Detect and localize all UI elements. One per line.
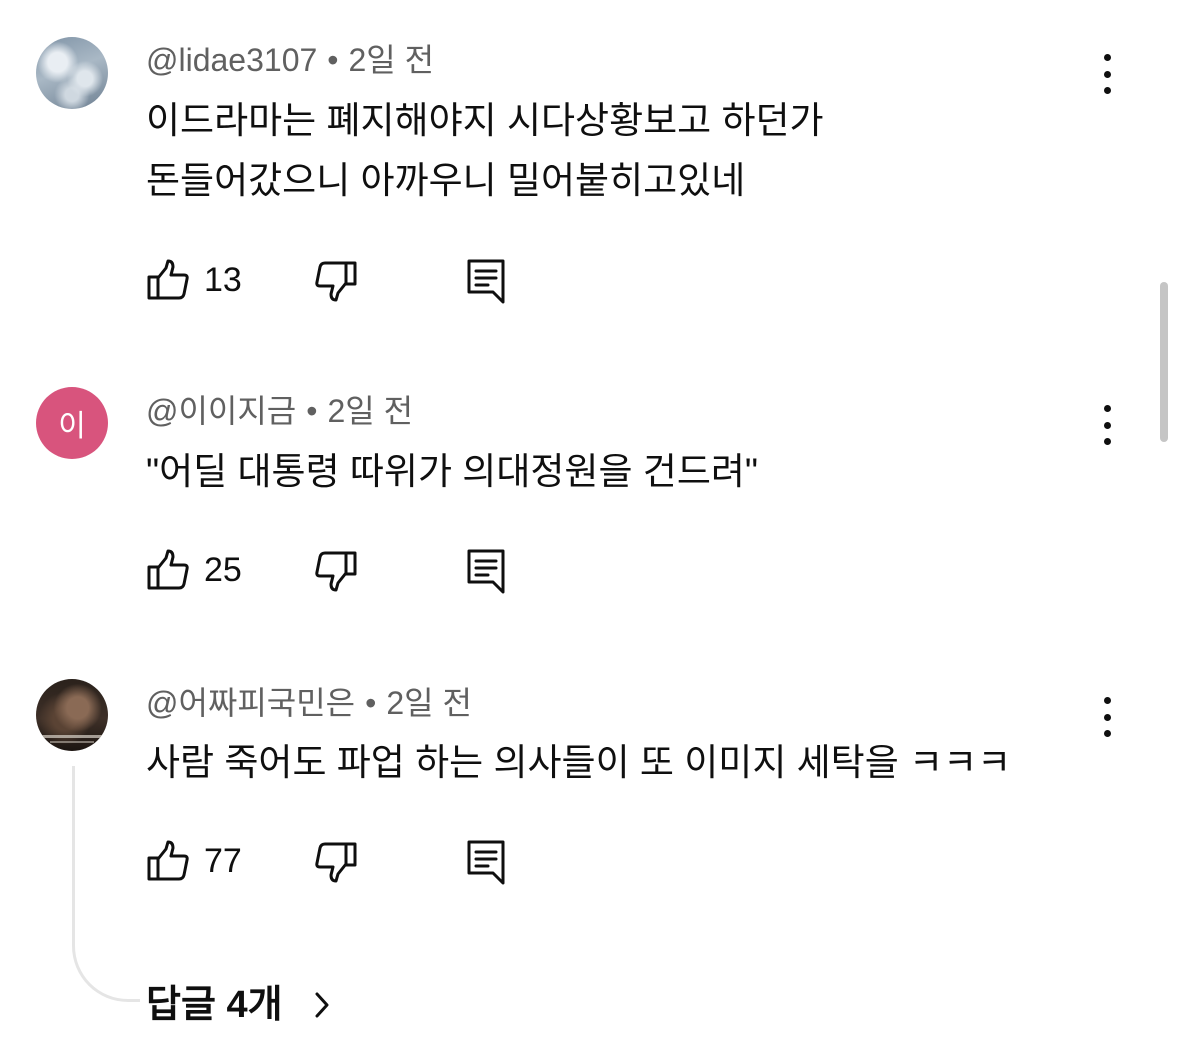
avatar-caption-decoration <box>50 741 94 743</box>
comment-meta: @어짜피국민은 • 2일 전 <box>146 683 472 723</box>
comment-meta: @lidae3107 • 2일 전 <box>146 40 434 80</box>
like-count: 25 <box>204 551 242 589</box>
meta-separator: • <box>306 393 318 429</box>
comment-actions: 13 <box>146 258 546 304</box>
reply-comment-icon[interactable] <box>466 548 506 594</box>
meta-separator: • <box>327 42 339 78</box>
meta-separator: • <box>365 685 377 721</box>
comment-time[interactable]: 2일 전 <box>327 393 413 429</box>
more-vertical-icon[interactable] <box>1090 697 1124 737</box>
comment-meta: @이이지금 • 2일 전 <box>146 391 413 431</box>
more-vertical-icon[interactable] <box>1090 405 1124 445</box>
comment-text: 이드라마는 폐지해야지 시다상황보고 하던가 돈들어갔으니 아까우니 밀어붙히고… <box>146 91 824 211</box>
comment-text: 사람 죽어도 파업 하는 의사들이 또 이미지 세탁을 ㅋㅋㅋ <box>146 733 1011 793</box>
comment-item: @lidae3107 • 2일 전 이드라마는 폐지해야지 시다상황보고 하던가 돈… <box>0 0 1179 340</box>
avatar[interactable] <box>36 37 108 109</box>
comment-text-line: 돈들어갔으니 아까우니 밀어붙히고있네 <box>146 160 746 201</box>
comment-text: "어딜 대통령 따위가 의대정원을 건드려" <box>146 442 758 502</box>
chevron-right-icon[interactable] <box>312 990 332 1020</box>
more-vertical-icon[interactable] <box>1090 54 1124 94</box>
comment-text-line: "어딜 대통령 따위가 의대정원을 건드려" <box>146 451 759 492</box>
avatar[interactable] <box>36 679 108 751</box>
thumbs-down-icon[interactable] <box>314 841 358 885</box>
comment-text-line: 사람 죽어도 파업 하는 의사들이 또 이미지 세탁을 ㅋㅋㅋ <box>146 742 1012 783</box>
avatar-caption-decoration <box>42 735 102 738</box>
avatar[interactable]: 이 <box>36 387 108 459</box>
comment-author[interactable]: @이이지금 <box>146 393 296 429</box>
thumbs-down-icon[interactable] <box>314 550 358 594</box>
comment-actions: 25 <box>146 548 546 594</box>
thumbs-up-icon[interactable] <box>146 258 190 302</box>
reply-comment-icon[interactable] <box>466 839 506 885</box>
comment-time[interactable]: 2일 전 <box>348 42 434 78</box>
scrollbar[interactable] <box>1160 282 1168 442</box>
view-replies-button[interactable]: 답글 4개 <box>146 982 283 1028</box>
like-count: 13 <box>204 261 242 299</box>
reply-thread-line <box>72 766 140 1002</box>
thumbs-up-icon[interactable] <box>146 839 190 883</box>
like-count: 77 <box>204 842 242 880</box>
reply-comment-icon[interactable] <box>466 258 506 304</box>
comment-text-line: 이드라마는 폐지해야지 시다상황보고 하던가 <box>146 100 824 141</box>
thumbs-up-icon[interactable] <box>146 548 190 592</box>
comment-author[interactable]: @어짜피국민은 <box>146 685 355 721</box>
comment-author[interactable]: @lidae3107 <box>146 42 317 78</box>
comment-actions: 77 <box>146 839 546 885</box>
thumbs-down-icon[interactable] <box>314 260 358 304</box>
comment-time[interactable]: 2일 전 <box>386 685 472 721</box>
